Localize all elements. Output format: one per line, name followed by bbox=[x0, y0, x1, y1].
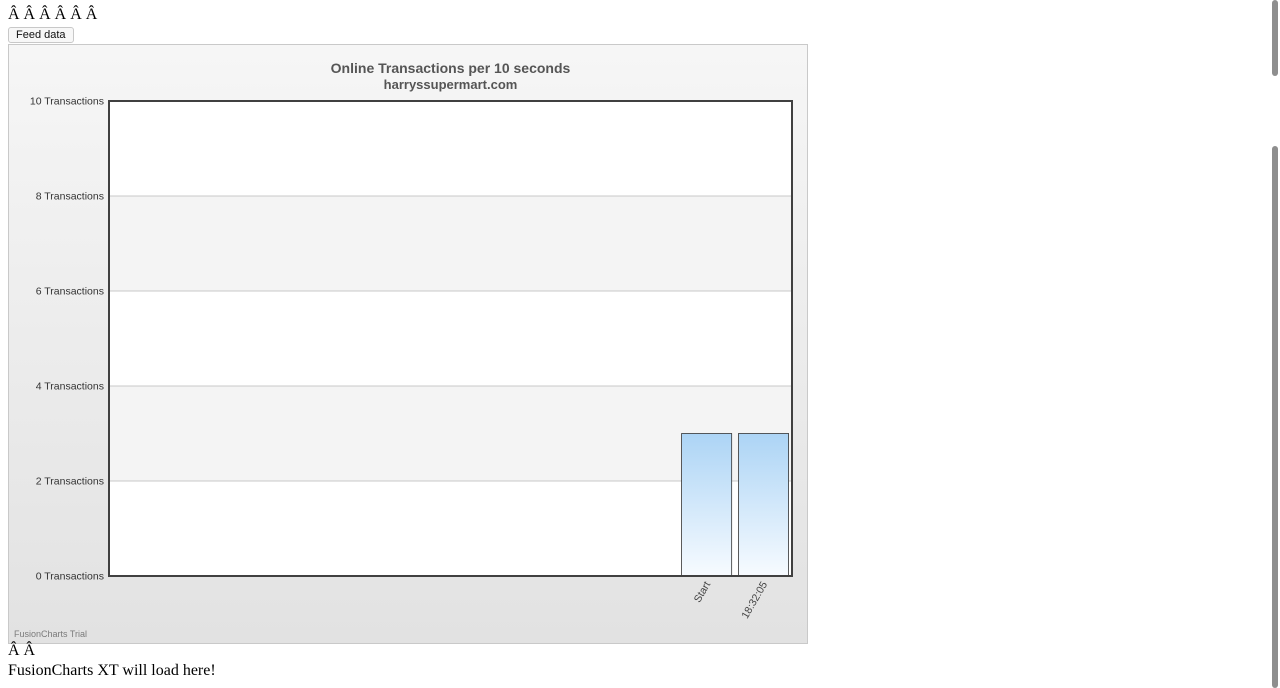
loading-message: FusionCharts XT will load here! bbox=[8, 662, 216, 679]
y-tick-label: 2 Transactions bbox=[36, 476, 104, 488]
bar bbox=[738, 433, 789, 577]
y-tick-label: 0 Transactions bbox=[36, 571, 104, 583]
trial-label: FusionCharts Trial bbox=[14, 629, 88, 639]
chart-container: 0 Transactions 2 Transactions 4 Transactio… bbox=[8, 44, 808, 644]
scrollbar-thumb-secondary[interactable] bbox=[1272, 146, 1278, 688]
y-tick-label: 4 Transactions bbox=[36, 381, 104, 393]
x-tick-label: 18:32:05 bbox=[739, 579, 770, 621]
chart-title: Online Transactions per 10 seconds bbox=[331, 60, 571, 76]
bar bbox=[681, 433, 733, 577]
plot-band bbox=[109, 196, 792, 291]
header-glyphs: Â Â Â Â Â Â bbox=[8, 6, 98, 23]
chart-svg: 0 Transactions 2 Transactions 4 Transactio… bbox=[30, 60, 793, 621]
scrollbar[interactable] bbox=[1270, 0, 1280, 688]
feed-data-button[interactable]: Feed data bbox=[8, 27, 74, 43]
chart-subtitle: harryssupermart.com bbox=[384, 77, 518, 92]
scrollbar-thumb[interactable] bbox=[1272, 0, 1278, 76]
y-tick-label: 8 Transactions bbox=[36, 191, 104, 203]
y-tick-label: 10 Transactions bbox=[30, 96, 104, 108]
y-tick-label: 6 Transactions bbox=[36, 286, 104, 298]
footer-glyphs: Â Â bbox=[8, 642, 36, 659]
x-tick-label: Start bbox=[692, 579, 714, 604]
